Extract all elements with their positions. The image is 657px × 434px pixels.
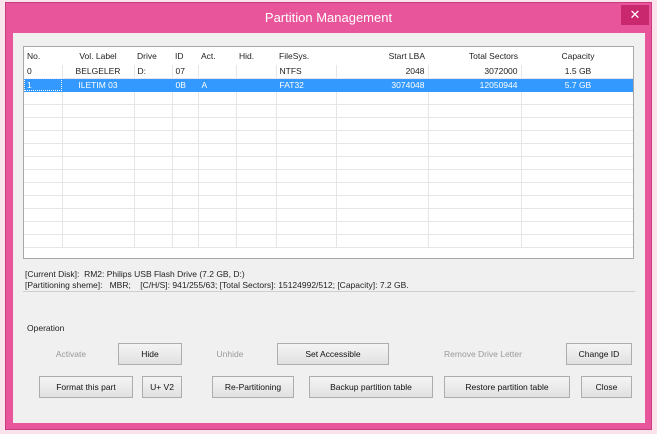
cell-id: 07	[172, 65, 199, 79]
re-partitioning-button[interactable]: Re-Partitioning	[212, 376, 294, 398]
empty-row	[24, 182, 633, 196]
empty-row	[24, 234, 633, 248]
cell-total-sectors: 12050944	[428, 78, 522, 92]
empty-row	[24, 91, 633, 105]
empty-row	[24, 143, 633, 157]
divider	[23, 291, 635, 292]
empty-row	[24, 221, 633, 235]
cell-act	[198, 65, 237, 79]
unhide-button[interactable]: Unhide	[198, 343, 262, 365]
current-disk-value: RM2: Philips USB Flash Drive (7.2 GB, D:…	[84, 269, 245, 279]
cell-filesys: NTFS	[276, 65, 337, 79]
cell-filesys: FAT32	[276, 78, 337, 92]
empty-row	[24, 156, 633, 170]
cell-hid	[236, 78, 277, 92]
empty-row	[24, 208, 633, 222]
cell-start-lba: 3074048	[336, 78, 429, 92]
empty-row	[24, 195, 633, 209]
header-id[interactable]: ID	[172, 47, 198, 65]
restore-table-button[interactable]: Restore partition table	[444, 376, 570, 398]
current-disk-line: [Current Disk]: RM2: Philips USB Flash D…	[25, 269, 635, 280]
disk-details: [C/H/S]: 941/255/63; [Total Sectors]: 15…	[140, 280, 409, 290]
cell-drive	[134, 78, 173, 92]
empty-row	[24, 130, 633, 144]
empty-row	[24, 117, 633, 131]
close-icon[interactable]: ✕	[621, 5, 649, 25]
u-v2-button[interactable]: U+ V2	[142, 376, 182, 398]
header-act[interactable]: Act.	[198, 47, 236, 65]
header-capacity[interactable]: Capacity	[521, 47, 633, 65]
format-part-button[interactable]: Format this part	[39, 376, 133, 398]
cell-hid	[236, 65, 277, 79]
table-row[interactable]: 0 BELGELER D: 07 NTFS 2048 3072000 1.5 G…	[24, 65, 633, 79]
hide-button[interactable]: Hide	[118, 343, 182, 365]
operation-label: Operation	[27, 323, 65, 333]
activate-button[interactable]: Activate	[39, 343, 103, 365]
cell-capacity: 5.7 GB	[521, 78, 633, 92]
table-header-row: No. Vol. Label Drive ID Act. Hid. FileSy…	[24, 47, 633, 65]
current-disk-label: [Current Disk]:	[25, 269, 80, 279]
partition-table[interactable]: No. Vol. Label Drive ID Act. Hid. FileSy…	[23, 46, 634, 259]
cell-id: 0B	[172, 78, 199, 92]
cell-no: 0	[24, 65, 63, 79]
remove-drive-letter-button[interactable]: Remove Drive Letter	[421, 343, 545, 365]
table-row-selected[interactable]: 1 ILETIM 03 0B A FAT32 3074048 12050944 …	[24, 78, 633, 92]
change-id-button[interactable]: Change ID	[566, 343, 632, 365]
cell-act: A	[198, 78, 237, 92]
cell-total-sectors: 3072000	[428, 65, 522, 79]
dialog-body: No. Vol. Label Drive ID Act. Hid. FileSy…	[13, 33, 645, 423]
partitioning-label: [Partitioning sheme]:	[25, 280, 103, 290]
cell-no: 1	[24, 78, 63, 92]
disk-info: [Current Disk]: RM2: Philips USB Flash D…	[25, 269, 635, 291]
partitioning-value: MBR;	[109, 280, 131, 290]
backup-table-button[interactable]: Backup partition table	[309, 376, 433, 398]
set-accessible-button[interactable]: Set Accessible	[277, 343, 389, 365]
header-hid[interactable]: Hid.	[236, 47, 276, 65]
window-title: Partition Management	[264, 10, 393, 25]
partition-management-window: Partition Management ✕ No. Vol. Label Dr…	[5, 2, 652, 430]
header-filesys[interactable]: FileSys.	[276, 47, 336, 65]
cell-drive: D:	[134, 65, 173, 79]
empty-row	[24, 104, 633, 118]
close-button[interactable]: Close	[581, 376, 632, 398]
cell-vol-label: BELGELER	[62, 65, 135, 79]
empty-row	[24, 169, 633, 183]
partitioning-line: [Partitioning sheme]: MBR; [C/H/S]: 941/…	[25, 280, 635, 291]
header-total-sectors[interactable]: Total Sectors	[428, 47, 521, 65]
header-start-lba[interactable]: Start LBA	[336, 47, 428, 65]
header-vol-label[interactable]: Vol. Label	[62, 47, 134, 65]
header-no[interactable]: No.	[24, 47, 62, 65]
cell-vol-label: ILETIM 03	[62, 78, 135, 92]
cell-start-lba: 2048	[336, 65, 429, 79]
header-drive[interactable]: Drive	[134, 47, 172, 65]
cell-capacity: 1.5 GB	[521, 65, 633, 79]
